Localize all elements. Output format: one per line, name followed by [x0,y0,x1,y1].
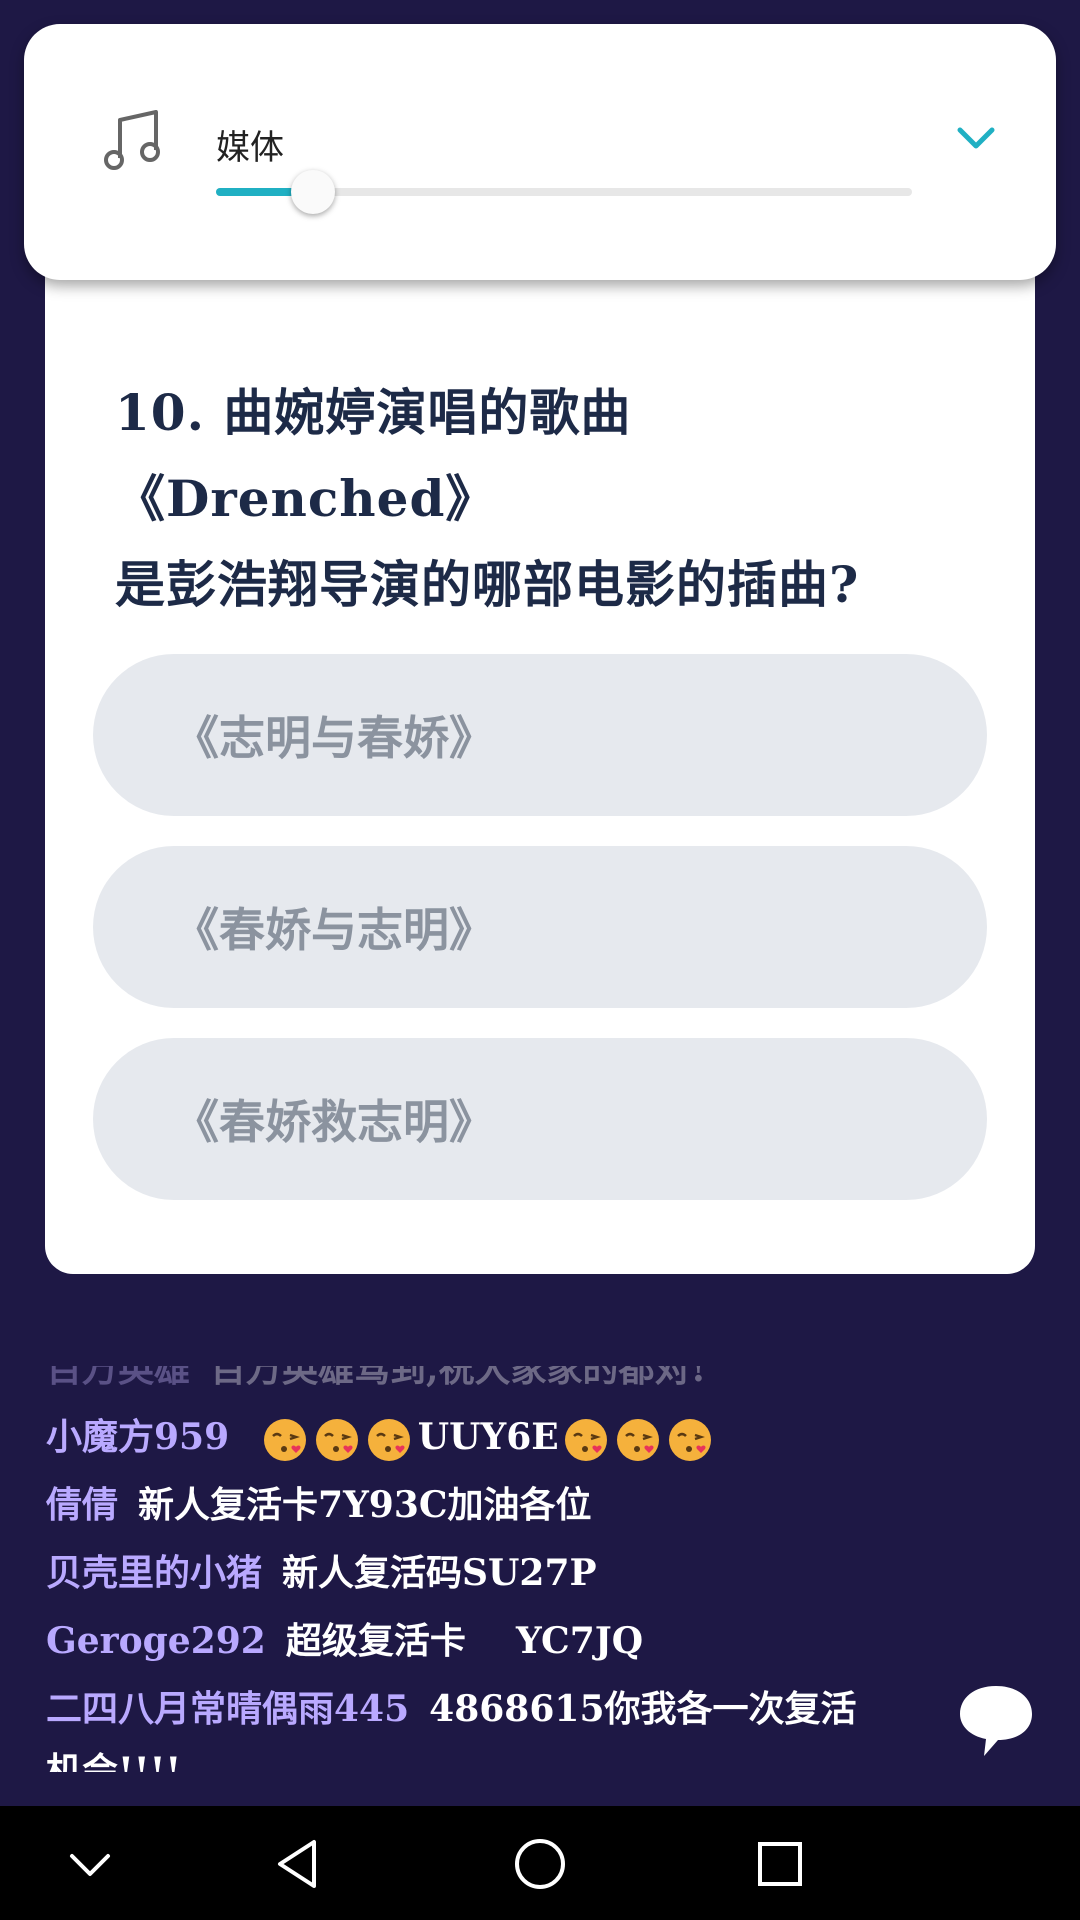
comment-message: 4868615你我各一次复活 [429,1688,857,1730]
answer-option-1[interactable]: 《志明与春娇》 [93,654,987,816]
kiss-emoji-icon [564,1419,607,1461]
navigation-bar [0,1806,1080,1920]
comment-code: UUY6E [417,1416,559,1458]
comment-user: 小魔方959 [46,1416,230,1458]
comment-message: UUY6E [262,1416,719,1461]
home-icon[interactable] [510,1834,570,1894]
comment-item: 机会!!!! [46,1742,182,1792]
comment-user: 倩倩 [46,1484,119,1526]
comment-message: 机会!!!! [46,1750,182,1792]
back-icon[interactable] [270,1834,330,1894]
kiss-emoji-icon [367,1419,410,1461]
comment-item: Geroge292 超级复活卡 YC7JQ [46,1612,643,1664]
kiss-emoji-icon [668,1419,711,1461]
chevron-down-icon[interactable] [60,1834,120,1894]
music-note-icon [104,110,160,170]
comment-message: 新人复活卡7Y93C加油各位 [138,1484,592,1526]
kiss-emoji-icon [263,1419,306,1461]
question-line-2: 是彭浩翔导演的哪部电影的插曲? [115,555,860,614]
question-line-1: 10. 曲婉婷演唱的歌曲《Drenched》 [115,383,632,528]
answer-option-2[interactable]: 《春娇与志明》 [93,846,987,1008]
kiss-emoji-icon [315,1419,358,1461]
question-text: 10. 曲婉婷演唱的歌曲《Drenched》 是彭浩翔导演的哪部电影的插曲? [115,370,975,628]
comment-user: 百万英雄 [46,1348,191,1390]
volume-panel: 媒体 [24,24,1056,280]
answer-option-label: 《志明与春娇》 [173,711,495,765]
comment-user: Geroge292 [46,1620,266,1662]
comment-item: 小魔方959 UUY6E [46,1408,719,1463]
comment-message: 百万英雄驾到,祝大家家的都对! [210,1348,707,1390]
comment-message: 超级复活卡 YC7JQ [285,1620,644,1662]
screen: 媒体 10. 曲婉婷演唱的歌曲《Drenched》 是彭浩翔导演的哪部电影的插曲… [0,0,1080,1920]
chat-bubble-icon[interactable] [958,1682,1034,1758]
answer-option-label: 《春娇救志明》 [173,1095,495,1149]
comment-item: 贝壳里的小猪 新人复活码SU27P [46,1544,597,1596]
answer-option-label: 《春娇与志明》 [173,903,495,957]
answer-option-3[interactable]: 《春娇救志明》 [93,1038,987,1200]
kiss-emoji-icon [616,1419,659,1461]
comment-item: 二四八月常晴偶雨445 4868615你我各一次复活 [46,1680,857,1732]
question-card: 10. 曲婉婷演唱的歌曲《Drenched》 是彭浩翔导演的哪部电影的插曲? 《… [45,240,1035,1274]
comment-user: 二四八月常晴偶雨445 [46,1688,410,1730]
comment-item: 百万英雄 百万英雄驾到,祝大家家的都对! [46,1348,707,1392]
recents-icon[interactable] [750,1834,810,1894]
slider-thumb[interactable] [291,170,335,214]
volume-slider[interactable] [192,170,912,214]
comment-item: 倩倩 新人复活卡7Y93C加油各位 [46,1476,592,1528]
chevron-down-icon[interactable] [952,114,1000,162]
comment-message: 新人复活码SU27P [282,1552,597,1594]
volume-label: 媒体 [216,128,284,168]
comment-user: 贝壳里的小猪 [46,1552,263,1594]
